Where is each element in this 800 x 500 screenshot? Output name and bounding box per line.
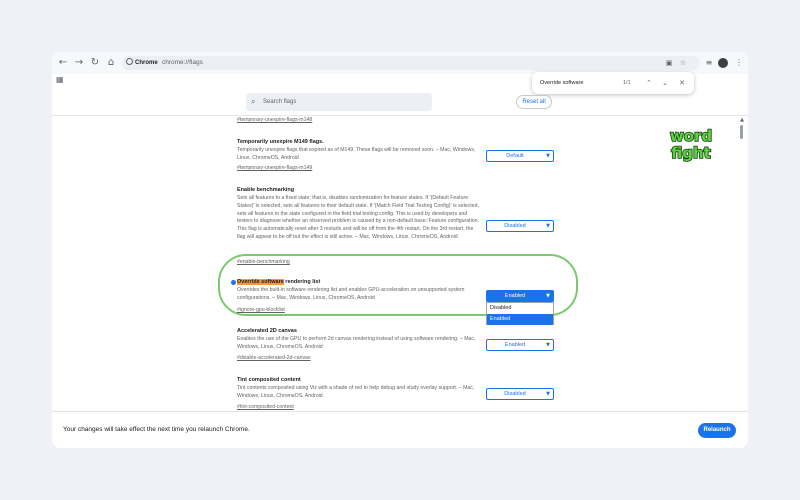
dropdown-option-enabled[interactable]: Enabled <box>487 314 553 325</box>
reset-all-button[interactable]: Reset all <box>516 95 552 109</box>
search-flags-input[interactable]: ⌕ Search flags <box>246 93 432 111</box>
search-icon: ⌕ <box>251 97 256 106</box>
flag-select[interactable]: Disabled ▼ <box>486 220 554 232</box>
find-previous-icon[interactable]: ⌃ <box>644 78 654 88</box>
select-dropdown: Disabled Enabled <box>486 302 554 325</box>
chrome-icon <box>126 58 133 65</box>
logo-word: word <box>670 127 712 145</box>
flag-select-value: Disabled <box>504 223 526 229</box>
relaunch-message: Your changes will take effect the next t… <box>63 426 250 433</box>
flag-description: Sets all features to a fixed state; that… <box>237 195 479 240</box>
page-info-icon[interactable]: ▣ <box>664 58 674 68</box>
flag-link[interactable]: #tint-composited-content <box>237 403 294 411</box>
bookmark-star-icon[interactable]: ☆ <box>678 58 688 68</box>
flag-select-value: Default <box>506 153 524 159</box>
chevron-down-icon: ▼ <box>546 391 550 397</box>
logo-fight: fight <box>671 144 711 162</box>
flag-title: Enable benchmarking <box>237 187 295 193</box>
find-next-icon[interactable]: ⌄ <box>660 78 670 88</box>
flag-description: Tint contents composited using Viz with … <box>237 385 475 399</box>
back-icon[interactable]: ← <box>56 56 70 70</box>
flag-select[interactable]: Enabled ▼ <box>486 339 554 351</box>
browser-window: ← → ↻ ⌂ Chrome chrome://flags ▣ ☆ ≡ ⋮ ▦ … <box>52 52 748 448</box>
flag-title: Accelerated 2D canvas <box>237 328 297 334</box>
flag-link[interactable]: #ignore-gpu-blocklist <box>237 306 285 314</box>
reload-icon[interactable]: ↻ <box>88 56 102 70</box>
flag-select[interactable]: Disabled ▼ <box>486 388 554 400</box>
more-vertical-icon[interactable]: ⋮ <box>732 56 746 70</box>
scrollbar[interactable]: ▲ <box>738 116 746 411</box>
flag-title-rest: rendering list <box>283 279 321 285</box>
scroll-thumb[interactable] <box>740 125 743 139</box>
flag-select-value: Enabled <box>504 342 526 348</box>
flag-title: Override software rendering list <box>237 278 320 286</box>
site-chip-label: Chrome <box>135 60 158 66</box>
flag-link[interactable]: #disable-accelerated-2d-canvas <box>237 354 311 362</box>
reading-list-icon[interactable]: ≡ <box>702 56 716 70</box>
relaunch-button[interactable]: Relaunch <box>698 423 736 438</box>
chevron-down-icon: ▼ <box>546 153 550 159</box>
url-text[interactable]: chrome://flags <box>162 58 203 68</box>
find-bar: Override software 1/1 ⌃ ⌄ ✕ <box>532 72 694 94</box>
site-chip[interactable]: Chrome <box>126 58 158 68</box>
chevron-down-icon: ▼ <box>546 293 550 299</box>
browser-toolbar: ← → ↻ ⌂ Chrome chrome://flags ▣ ☆ ≡ ⋮ <box>52 52 748 74</box>
chevron-down-icon: ▼ <box>546 223 550 229</box>
chevron-down-icon: ▼ <box>546 342 550 348</box>
flag-link[interactable]: #temporary-unexpire-flags-m148 <box>237 116 312 124</box>
scroll-up-icon[interactable]: ▲ <box>738 117 746 123</box>
find-input[interactable]: Override software <box>540 78 583 88</box>
find-highlight: Override software <box>237 279 284 285</box>
relaunch-bar: Your changes will take effect the next t… <box>52 411 748 448</box>
search-placeholder: Search flags <box>263 99 297 105</box>
find-close-icon[interactable]: ✕ <box>677 78 687 88</box>
apps-grid-icon[interactable]: ▦ <box>56 76 64 84</box>
flag-description: Temporarily unexpire flags that expired … <box>237 147 476 161</box>
flag-description: Enables the use of the GPU to perform 2d… <box>237 336 476 350</box>
flag-description: Overrides the built-in software renderin… <box>237 287 465 301</box>
flag-select-value: Disabled <box>504 391 526 397</box>
word-fight-logo: word fight <box>669 126 713 162</box>
flag-title: Tint composited content <box>237 377 301 383</box>
flag-link[interactable]: #temporary-unexpire-flags-m149 <box>237 164 312 172</box>
flag-select[interactable]: Default ▼ <box>486 150 554 162</box>
address-bar[interactable]: Chrome chrome://flags ▣ ☆ <box>122 56 700 70</box>
modified-dot-icon <box>231 280 236 285</box>
forward-icon[interactable]: → <box>72 56 86 70</box>
find-match-count: 1/1 <box>623 80 631 86</box>
flag-title: Temporarily unexpire M149 flags. <box>237 139 324 145</box>
avatar[interactable] <box>718 58 728 68</box>
flag-select-value: Enabled <box>504 293 526 299</box>
home-icon[interactable]: ⌂ <box>104 56 118 70</box>
flag-select[interactable]: Enabled ▼ <box>486 290 554 302</box>
dropdown-option-disabled[interactable]: Disabled <box>487 303 553 314</box>
